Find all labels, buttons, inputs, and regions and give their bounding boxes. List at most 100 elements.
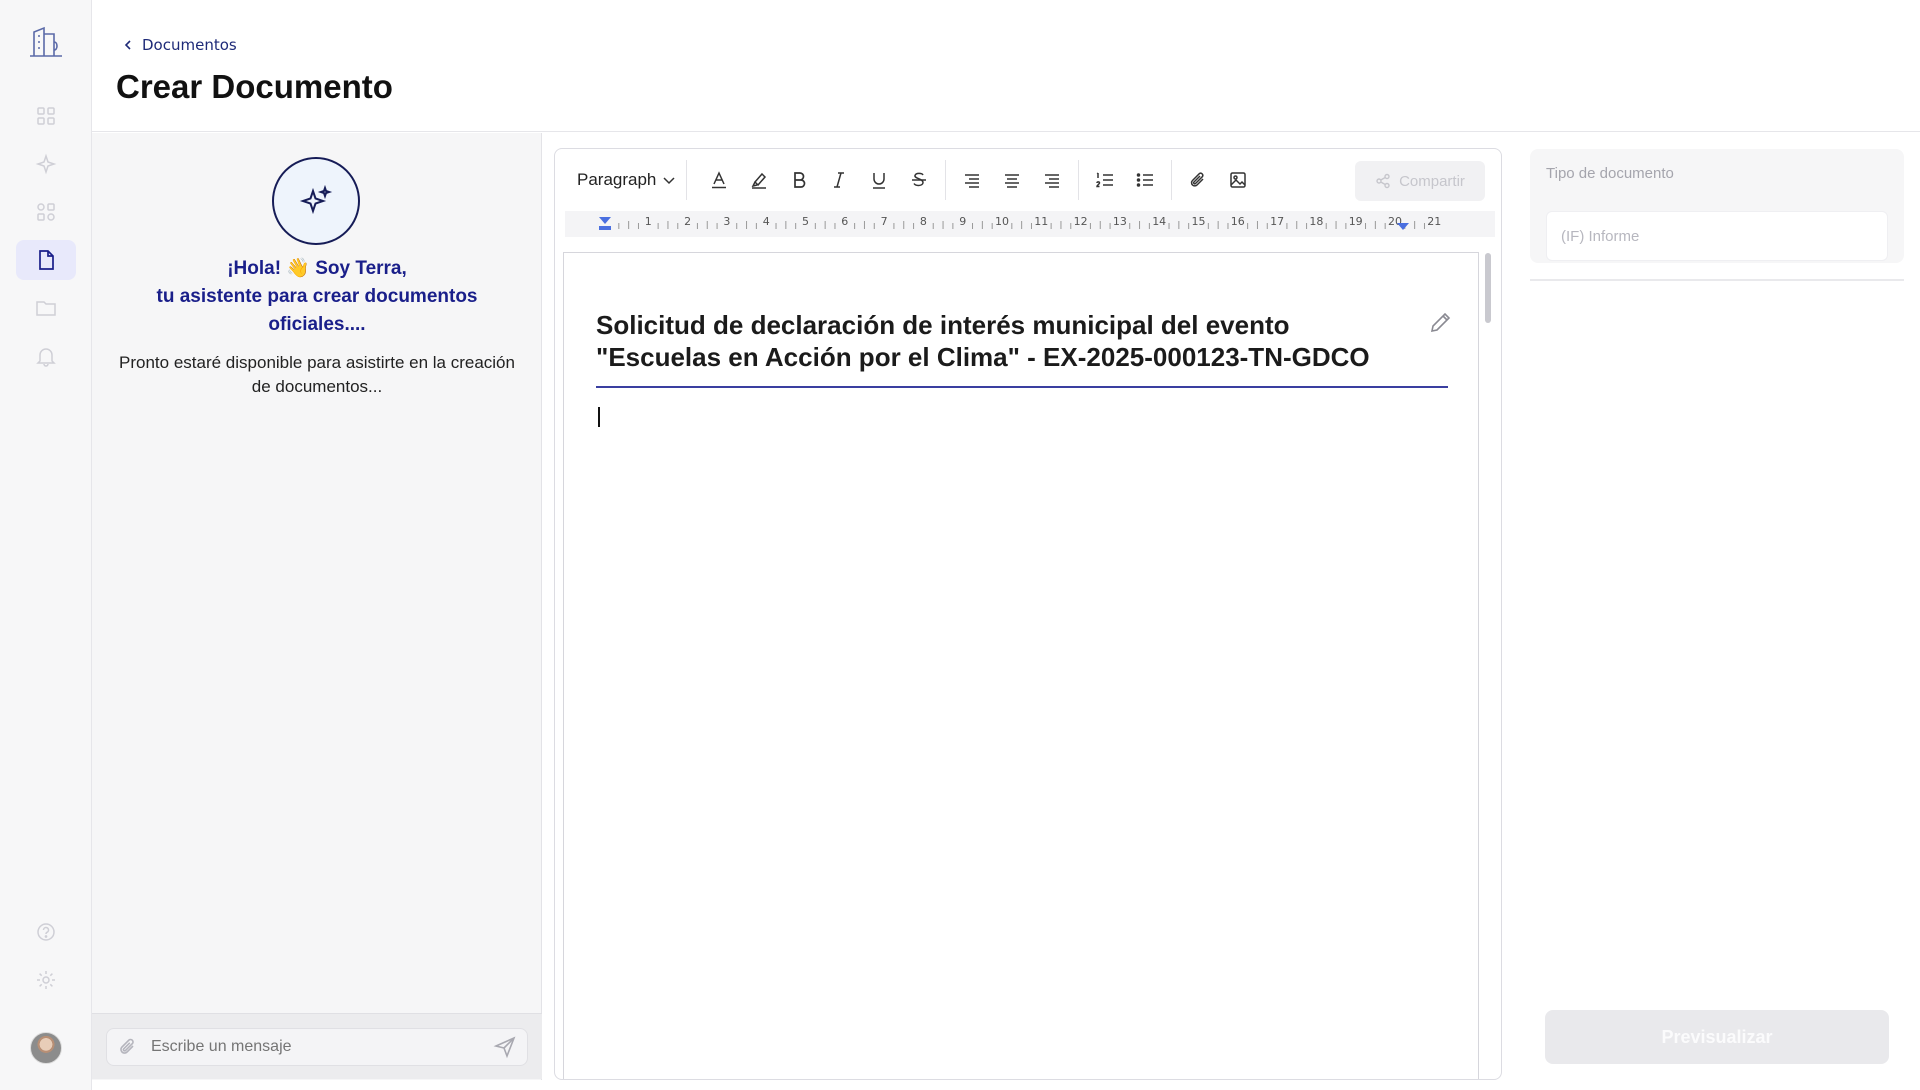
ruler-number: 12 bbox=[1074, 215, 1088, 228]
editor-toolbar: Paragraph Compartir bbox=[555, 149, 1501, 211]
ruler-number: 6 bbox=[841, 215, 848, 228]
building-logo-icon[interactable] bbox=[26, 22, 66, 62]
ruler-number: 16 bbox=[1231, 215, 1245, 228]
highlight-button[interactable] bbox=[739, 162, 779, 198]
ruler-number: 15 bbox=[1192, 215, 1206, 228]
grid-icon bbox=[37, 107, 55, 125]
ruler-number: 17 bbox=[1270, 215, 1284, 228]
sidebar-item-apps[interactable] bbox=[16, 192, 76, 232]
sidebar-item-dashboard[interactable] bbox=[16, 96, 76, 136]
chevron-down-icon bbox=[663, 177, 675, 185]
highlighter-icon bbox=[751, 172, 767, 189]
document-title[interactable]: Solicitud de declaración de interés muni… bbox=[596, 309, 1416, 373]
ruler-number: 14 bbox=[1152, 215, 1166, 228]
bullet-list-button[interactable] bbox=[1125, 162, 1165, 198]
sidebar-item-notifications[interactable] bbox=[16, 336, 76, 376]
ruler-number: 8 bbox=[920, 215, 927, 228]
sidebar-item-assistant[interactable] bbox=[16, 144, 76, 184]
chevron-left-icon bbox=[124, 40, 131, 50]
text-color-button[interactable] bbox=[699, 162, 739, 198]
sidebar bbox=[0, 0, 92, 1090]
ruler[interactable]: 1 2 3 4 5 6 7 8 9 10 11 12 13 14 15 16 17 18 19 20 21 bbox=[565, 211, 1495, 237]
left-indent-marker[interactable] bbox=[599, 217, 611, 230]
ruler-number: 13 bbox=[1113, 215, 1127, 228]
gear-icon bbox=[37, 971, 55, 989]
assistant-greeting: ¡Hola! 👋 Soy Terra, tu asistente para cr… bbox=[112, 255, 522, 339]
share-icon bbox=[1376, 173, 1390, 189]
underline-button[interactable] bbox=[859, 162, 899, 198]
ruler-number: 3 bbox=[723, 215, 730, 228]
message-input[interactable] bbox=[151, 1038, 485, 1056]
sparkle-icon bbox=[35, 153, 57, 175]
attach-button[interactable] bbox=[1178, 162, 1218, 198]
block-type-select[interactable]: Paragraph bbox=[567, 160, 688, 200]
text-cursor bbox=[598, 407, 600, 427]
greeting-line-2: tu asistente para crear documentos ofici… bbox=[156, 286, 478, 335]
apps-grid-icon bbox=[37, 203, 55, 221]
italic-icon bbox=[834, 172, 845, 188]
list-group bbox=[1079, 160, 1173, 200]
assistant-avatar bbox=[272, 157, 360, 245]
bullet-list-icon bbox=[1137, 173, 1154, 187]
document-editor: Paragraph Compartir 1 2 3 4 5 6 7 8 9 10… bbox=[554, 148, 1502, 1080]
sidebar-item-folders[interactable] bbox=[16, 288, 76, 328]
preview-button[interactable]: Previsualizar bbox=[1545, 1010, 1889, 1064]
folder-icon bbox=[36, 301, 56, 316]
page-header: Documentos Crear Documento bbox=[92, 0, 1920, 132]
ruler-number: 21 bbox=[1427, 215, 1441, 228]
message-input-wrapper bbox=[106, 1028, 528, 1066]
editor-scrollbar[interactable] bbox=[1485, 253, 1491, 323]
strikethrough-icon bbox=[912, 172, 927, 187]
pencil-icon[interactable] bbox=[1428, 309, 1454, 335]
assistant-message: Pronto estaré disponible para asistirte … bbox=[119, 353, 515, 396]
breadcrumb[interactable]: Documentos bbox=[122, 36, 237, 54]
document-page[interactable]: Solicitud de declaración de interés muni… bbox=[563, 252, 1479, 1079]
bold-icon bbox=[794, 172, 806, 188]
help-icon bbox=[37, 923, 55, 941]
bold-button[interactable] bbox=[779, 162, 819, 198]
message-bar bbox=[92, 1013, 542, 1079]
ruler-number: 4 bbox=[763, 215, 770, 228]
send-icon[interactable] bbox=[493, 1035, 517, 1059]
align-left-button[interactable] bbox=[952, 162, 992, 198]
ordered-list-button[interactable] bbox=[1085, 162, 1125, 198]
insert-image-button[interactable] bbox=[1218, 162, 1258, 198]
ruler-number: 7 bbox=[881, 215, 888, 228]
italic-button[interactable] bbox=[819, 162, 859, 198]
share-label: Compartir bbox=[1399, 172, 1465, 190]
sidebar-item-documents[interactable] bbox=[16, 240, 76, 280]
align-right-icon bbox=[1045, 174, 1060, 188]
ruler-number: 19 bbox=[1349, 215, 1363, 228]
assistant-panel: ¡Hola! 👋 Soy Terra, tu asistente para cr… bbox=[92, 133, 542, 1080]
share-button[interactable]: Compartir bbox=[1355, 161, 1485, 201]
sidebar-item-settings[interactable] bbox=[16, 960, 76, 1000]
app-root: Documentos Crear Documento ¡Hola! 👋 Soy … bbox=[0, 0, 1920, 1090]
divider bbox=[1530, 279, 1904, 281]
align-right-button[interactable] bbox=[1032, 162, 1072, 198]
doc-type-field[interactable]: (IF) Informe bbox=[1546, 211, 1888, 261]
align-group bbox=[946, 160, 1080, 200]
insert-group bbox=[1172, 160, 1264, 200]
align-center-icon bbox=[1005, 174, 1020, 188]
paperclip-icon bbox=[1191, 172, 1204, 187]
page-title: Crear Documento bbox=[116, 68, 393, 105]
user-avatar[interactable] bbox=[30, 1032, 62, 1064]
align-center-button[interactable] bbox=[992, 162, 1032, 198]
ruler-scale: 1 2 3 4 5 6 7 8 9 10 11 12 13 14 15 16 17 18 19 20 21 bbox=[599, 215, 1441, 230]
underline-icon bbox=[873, 173, 886, 189]
image-icon bbox=[1230, 172, 1247, 188]
document-icon bbox=[39, 250, 54, 270]
strikethrough-button[interactable] bbox=[899, 162, 939, 198]
ruler-number: 5 bbox=[802, 215, 809, 228]
ruler-number: 18 bbox=[1309, 215, 1323, 228]
document-settings-panel: Tipo de documento (IF) Informe Previsual… bbox=[1514, 133, 1920, 1080]
align-left-icon bbox=[965, 174, 980, 188]
sidebar-item-help[interactable] bbox=[16, 912, 76, 952]
format-group bbox=[693, 160, 947, 200]
sparkle-icon bbox=[299, 184, 333, 215]
ruler-number: 11 bbox=[1034, 215, 1048, 228]
doc-type-label: Tipo de documento bbox=[1546, 165, 1674, 182]
breadcrumb-label: Documentos bbox=[142, 36, 237, 54]
paperclip-icon[interactable] bbox=[117, 1036, 139, 1058]
block-type-label: Paragraph bbox=[577, 170, 657, 189]
